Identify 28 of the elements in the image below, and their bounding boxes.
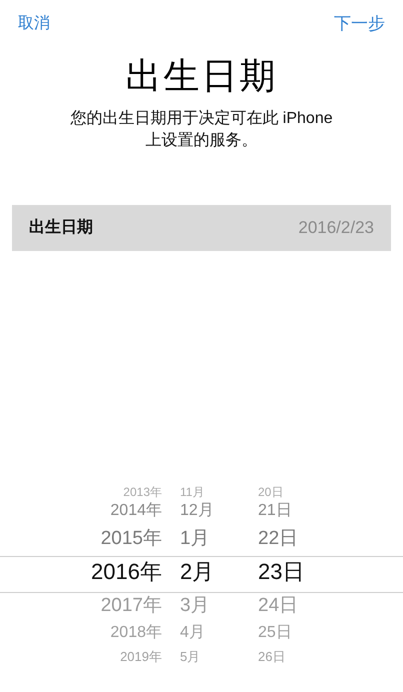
picker-item[interactable]: 1月 xyxy=(180,528,210,548)
picker-item[interactable]: 3月 xyxy=(180,596,210,614)
picker-item[interactable]: 24日 xyxy=(258,596,298,614)
picker-item[interactable]: 2016年 xyxy=(91,560,162,582)
field-label: 出生日期 xyxy=(29,218,93,238)
picker-item[interactable]: 2013年 xyxy=(123,486,162,498)
picker-item[interactable]: 2019年 xyxy=(120,650,162,662)
field-value: 2016/2/23 xyxy=(298,217,374,240)
birth-date-row[interactable]: 出生日期 2016/2/23 xyxy=(12,205,391,251)
picker-item[interactable]: 5月 xyxy=(180,650,200,662)
picker-item[interactable]: 12月 xyxy=(180,503,214,519)
picker-item[interactable]: 21日 xyxy=(258,503,292,519)
picker-item[interactable]: 4月 xyxy=(180,625,205,641)
picker-item[interactable]: 22日 xyxy=(258,528,298,548)
description-text: 您的出生日期用于决定可在此 iPhone 上设置的服务。 xyxy=(69,108,334,151)
picker-item[interactable]: 2月 xyxy=(180,560,214,582)
picker-item[interactable]: 11月 xyxy=(180,486,204,498)
picker-item[interactable]: 25日 xyxy=(258,625,292,641)
picker-item[interactable]: 26日 xyxy=(258,650,286,662)
picker-item[interactable]: 20日 xyxy=(258,486,284,498)
picker-item[interactable]: 2014年 xyxy=(110,503,162,519)
picker-item[interactable]: 2017年 xyxy=(100,596,162,614)
picker-item[interactable]: 23日 xyxy=(258,560,304,582)
page-title: 出生日期 xyxy=(126,54,278,98)
next-button[interactable]: 下一步 xyxy=(334,11,385,36)
picker-item[interactable]: 2018年 xyxy=(110,625,162,641)
picker-item[interactable]: 2015年 xyxy=(100,528,162,548)
cancel-button[interactable]: 取消 xyxy=(18,11,50,36)
